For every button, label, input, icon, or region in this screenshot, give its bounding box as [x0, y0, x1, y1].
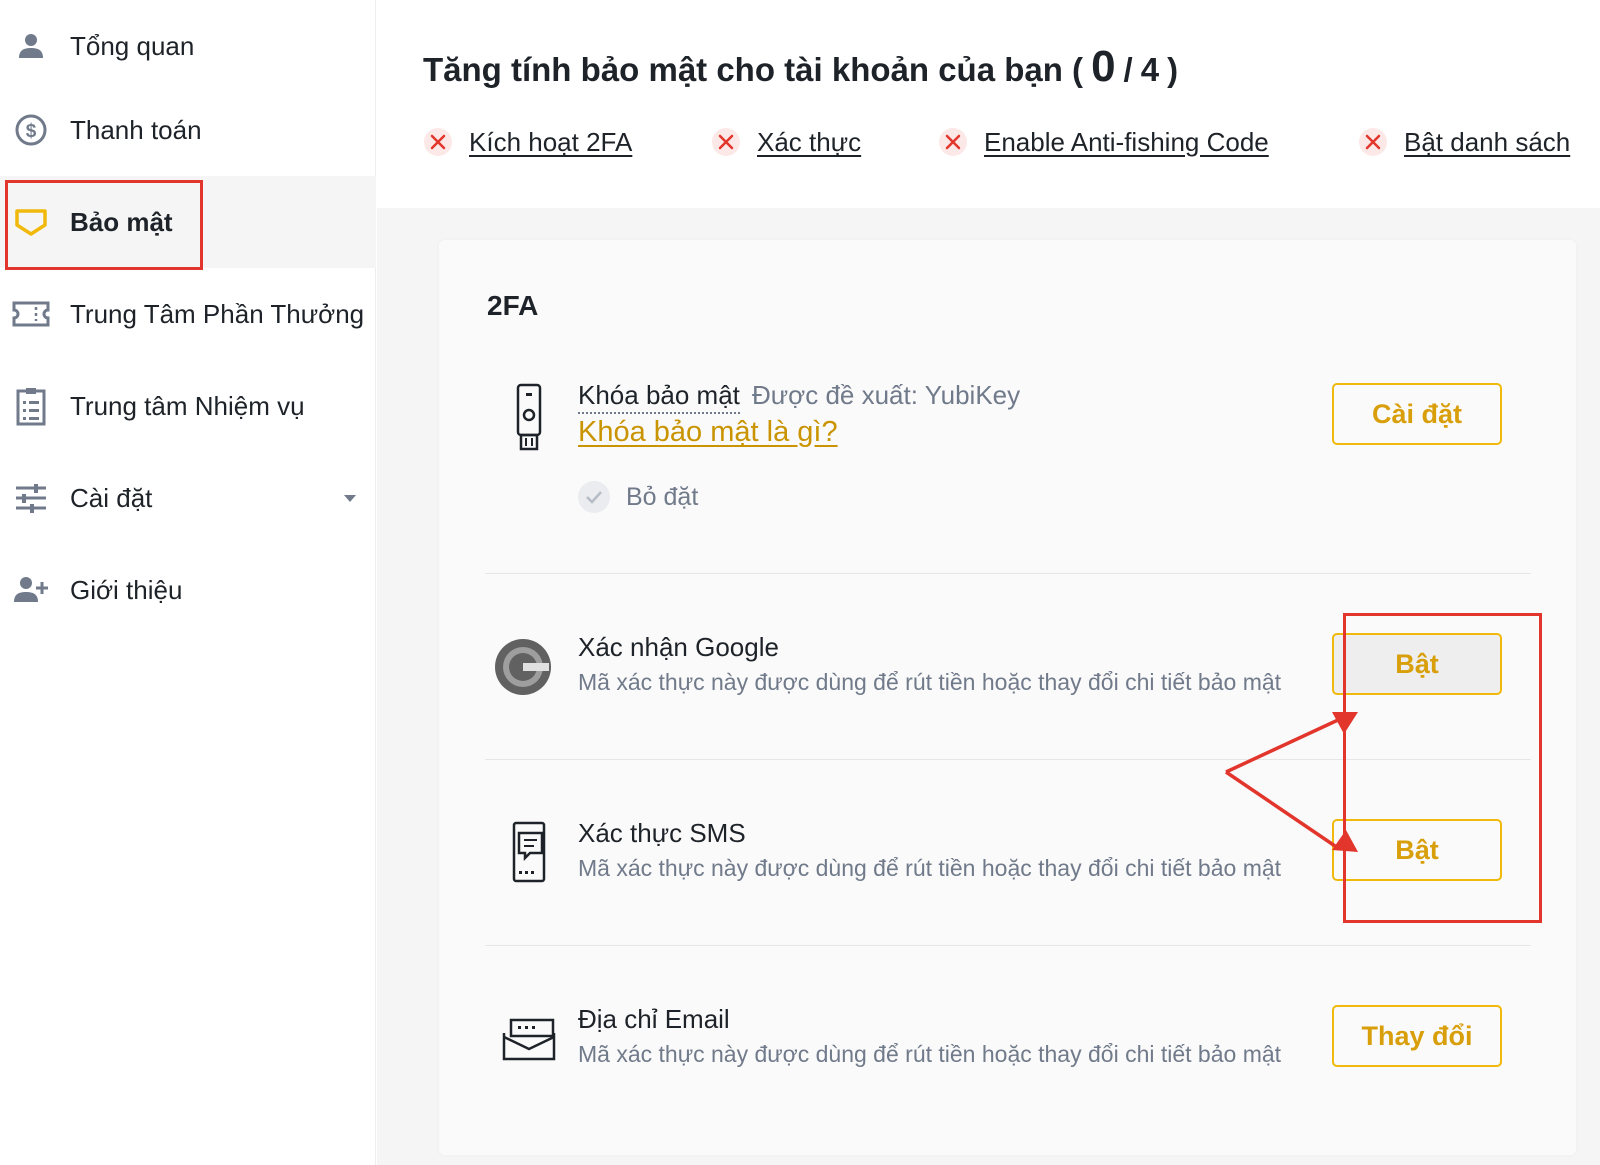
add-user-icon	[12, 571, 50, 609]
sidebar-item-label: Trung tâm Nhiệm vụ	[70, 390, 305, 421]
security-steps: Kích hoạt 2FA Xác thực Enable Anti-fishi…	[423, 122, 1600, 162]
step-verification[interactable]: Xác thực	[711, 122, 861, 162]
security-key-icon	[499, 383, 559, 453]
sidebar-item-referral[interactable]: Giới thiệu	[0, 544, 376, 636]
step-anti-phishing[interactable]: Enable Anti-fishing Code	[938, 122, 1269, 162]
google-authenticator-icon	[493, 632, 553, 702]
step-label[interactable]: Enable Anti-fishing Code	[984, 127, 1269, 158]
google-auth-description: Mã xác thực này được dùng để rút tiền ho…	[578, 669, 1282, 695]
close-icon	[424, 128, 452, 156]
count-separator: /	[1123, 51, 1133, 88]
email-icon	[499, 1005, 559, 1075]
sms-auth-description: Mã xác thực này được dùng để rút tiền ho…	[578, 855, 1282, 881]
sidebar-item-label: Thanh toán	[70, 114, 202, 145]
email-title: Địa chỉ Email	[578, 1004, 730, 1034]
step-whitelist[interactable]: Bật danh sách	[1358, 122, 1570, 162]
close-icon	[1359, 128, 1387, 156]
sidebar-item-rewards[interactable]: Trung Tâm Phần Thưởng	[0, 268, 376, 360]
page-title-text: Tăng tính bảo mật cho tài khoản của bạn …	[423, 51, 1084, 88]
sidebar-item-label: Tổng quan	[70, 30, 195, 61]
enable-sms-auth-button[interactable]: Bật	[1332, 819, 1502, 881]
close-icon	[939, 128, 967, 156]
sidebar-item-label: Bảo mật	[70, 206, 173, 237]
setup-security-key-button[interactable]: Cài đặt	[1332, 383, 1502, 445]
sidebar-item-label: Trung Tâm Phần Thưởng	[70, 298, 365, 329]
change-email-button[interactable]: Thay đổi	[1332, 1005, 1502, 1067]
dollar-circle-icon: $	[12, 111, 50, 149]
title-close-paren: )	[1167, 51, 1179, 88]
shield-icon	[12, 203, 50, 241]
sms-auth-title: Xác thực SMS	[578, 818, 746, 848]
sliders-icon	[12, 479, 50, 517]
security-key-status: Bỏ đặt	[578, 481, 698, 513]
step-label[interactable]: Kích hoạt 2FA	[469, 127, 632, 158]
security-header: Tăng tính bảo mật cho tài khoản của bạn …	[377, 0, 1600, 208]
sidebar-item-settings[interactable]: Cài đặt	[0, 452, 376, 544]
card-title: 2FA	[487, 290, 539, 321]
2fa-card: 2FA Khóa bảo mật Được đề xuất: YubiKey K…	[439, 240, 1576, 1155]
security-key-suggestion: Được đề xuất: YubiKey	[752, 380, 1021, 410]
total-count: 4	[1140, 51, 1160, 88]
status-label: Bỏ đặt	[626, 482, 699, 511]
step-label[interactable]: Xác thực	[757, 127, 861, 158]
google-auth-title: Xác nhận Google	[578, 632, 779, 662]
page-title: Tăng tính bảo mật cho tài khoản của bạn …	[423, 42, 1178, 92]
checklist-icon	[12, 387, 50, 426]
check-icon	[578, 481, 610, 513]
security-key-help-link[interactable]: Khóa bảo mật là gì?	[578, 416, 838, 449]
step-enable-2fa[interactable]: Kích hoạt 2FA	[423, 122, 632, 162]
divider	[485, 759, 1531, 760]
sidebar: Tổng quan $ Thanh toán Bảo mật Trung Tâm…	[0, 0, 376, 1165]
sms-phone-icon	[499, 817, 559, 887]
sidebar-item-tasks[interactable]: Trung tâm Nhiệm vụ	[0, 360, 376, 452]
sidebar-item-security[interactable]: Bảo mật	[0, 176, 376, 268]
divider	[485, 945, 1531, 946]
ticket-icon	[12, 295, 50, 333]
sidebar-item-label: Giới thiệu	[70, 574, 183, 605]
completed-count: 0	[1091, 42, 1116, 91]
security-key-title: Khóa bảo mật	[578, 380, 740, 414]
sidebar-item-payment[interactable]: $ Thanh toán	[0, 84, 376, 176]
sidebar-item-overview[interactable]: Tổng quan	[0, 0, 376, 92]
svg-text:$: $	[26, 121, 37, 142]
user-icon	[12, 27, 50, 65]
security-page: Tổng quan $ Thanh toán Bảo mật Trung Tâm…	[0, 0, 1600, 1165]
step-label[interactable]: Bật danh sách	[1404, 127, 1570, 158]
close-icon	[712, 128, 740, 156]
chevron-down-icon[interactable]	[344, 494, 356, 502]
divider	[485, 573, 1531, 574]
sidebar-item-label: Cài đặt	[70, 482, 153, 513]
enable-google-auth-button[interactable]: Bật	[1332, 633, 1502, 695]
email-description: Mã xác thực này được dùng để rút tiền ho…	[578, 1041, 1282, 1067]
